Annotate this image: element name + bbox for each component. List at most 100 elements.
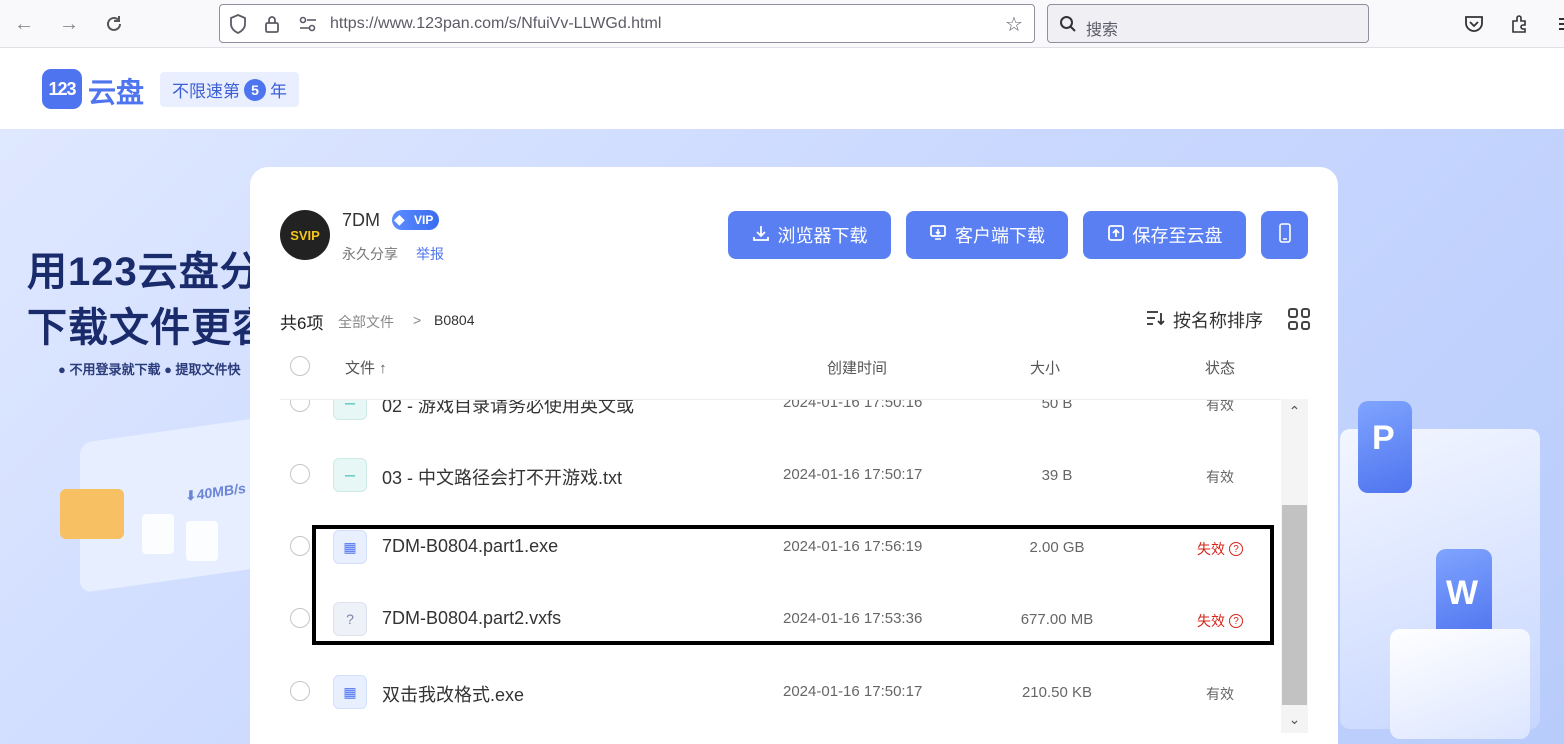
document-illustration-icon [142, 514, 174, 554]
status-label: 失效 [1197, 541, 1225, 557]
save-to-cloud-label: 保存至云盘 [1132, 226, 1223, 246]
row-checkbox[interactable] [290, 608, 310, 628]
file-date: 2024-01-16 17:50:17 [783, 466, 923, 483]
breadcrumb-separator: > [413, 312, 422, 328]
column-header-file[interactable]: 文件 ↑ [345, 357, 387, 378]
select-all-checkbox[interactable] [290, 356, 310, 376]
browser-toolbar: ← → https://www.123pan.com/s/NfuiVv-LLWG… [0, 0, 1564, 48]
status-label: 有效 [1206, 399, 1234, 413]
row-checkbox[interactable] [290, 464, 310, 484]
file-date: 2024-01-16 17:50:16 [783, 399, 923, 411]
scroll-down-icon[interactable]: ⌄ [1281, 709, 1308, 729]
file-name[interactable]: 02 - 游戏目录请务必使用英文或 [382, 400, 722, 418]
browser-download-button[interactable]: 浏览器下载 [728, 211, 891, 259]
row-checkbox[interactable] [290, 536, 310, 556]
question-icon[interactable]: ? [1229, 542, 1243, 556]
report-link[interactable]: 举报 [416, 244, 444, 264]
logo-text[interactable]: 云盘 [88, 71, 144, 111]
file-list: ─ 02 - 游戏目录请务必使用英文或 2024-01-16 17:50:16 … [280, 399, 1308, 739]
row-checkbox[interactable] [290, 400, 310, 412]
file-size: 50 B [1041, 399, 1073, 412]
vip-badge: ◆ VIP [392, 210, 440, 230]
site-header: 123 云盘 不限速第 5 年 [0, 49, 1564, 129]
download-icon [752, 224, 770, 247]
browser-search-input[interactable]: 搜索 [1047, 4, 1369, 43]
grid-view-icon[interactable] [1288, 308, 1310, 330]
table-row[interactable]: ▦ 双击我改格式.exe 2024-01-16 17:50:17 210.50 … [280, 655, 1280, 727]
mobile-button[interactable] [1261, 211, 1308, 259]
file-size: 39 B [1041, 467, 1073, 484]
lock-icon[interactable] [262, 14, 282, 34]
table-row[interactable]: ▦ 7DM-B0804.part1.exe 2024-01-16 17:56:1… [280, 510, 1280, 582]
permissions-icon[interactable] [298, 14, 318, 34]
p-letter-icon: P [1372, 419, 1395, 457]
file-name[interactable]: 03 - 中文路径会打不开游戏.txt [382, 464, 722, 490]
table-row[interactable]: ─ 02 - 游戏目录请务必使用英文或 2024-01-16 17:50:16 … [280, 399, 1280, 438]
vip-label: VIP [414, 213, 434, 227]
file-status: 失效? [1185, 611, 1255, 631]
question-icon[interactable]: ? [1229, 614, 1243, 628]
url-text: https://www.123pan.com/s/NfuiVv-LLWGd.ht… [330, 15, 662, 32]
file-status: 有效 [1185, 684, 1255, 704]
promo-banner[interactable]: 不限速第 5 年 [160, 72, 299, 107]
table-row[interactable]: ─ 03 - 中文路径会打不开游戏.txt 2024-01-16 17:50:1… [280, 438, 1280, 510]
sort-by-name-button[interactable]: 按名称排序 [1145, 307, 1263, 333]
upload-icon [1107, 224, 1125, 247]
client-download-label: 客户端下载 [955, 226, 1045, 246]
scroll-up-icon[interactable]: ⌃ [1281, 401, 1308, 421]
hero-subtitle: ● 不用登录就下载 ● 提取文件快 [58, 362, 241, 377]
phone-icon [1278, 222, 1292, 248]
client-icon [929, 224, 947, 247]
column-header-created[interactable]: 创建时间 [827, 357, 887, 378]
bookmark-star-icon[interactable]: ☆ [1004, 14, 1024, 36]
search-placeholder: 搜索 [1086, 22, 1119, 39]
file-size: 210.50 KB [1021, 684, 1093, 701]
hero-title-line1: 用123云盘分 [27, 250, 261, 294]
address-bar[interactable]: https://www.123pan.com/s/NfuiVv-LLWGd.ht… [219, 4, 1035, 43]
file-name[interactable]: 双击我改格式.exe [382, 681, 722, 707]
shield-icon[interactable] [228, 14, 248, 34]
breadcrumb-all-files[interactable]: 全部文件 [338, 312, 394, 332]
file-size: 2.00 GB [1029, 539, 1085, 556]
w-letter-icon: W [1446, 574, 1479, 612]
avatar[interactable]: SVIP [280, 210, 330, 260]
extensions-icon[interactable] [1506, 10, 1534, 38]
file-name[interactable]: 7DM-B0804.part1.exe [382, 536, 722, 557]
logo-badge[interactable]: 123 [42, 69, 82, 109]
file-list-scrollbar[interactable]: ⌃ ⌄ [1281, 399, 1308, 733]
column-header-status: 状态 [1205, 360, 1236, 377]
folder-illustration-icon [60, 489, 124, 539]
column-header-size[interactable]: 大小 [1030, 357, 1060, 378]
table-row[interactable]: ? 7DM-B0804.part2.vxfs 2024-01-16 17:53:… [280, 582, 1280, 654]
file-date: 2024-01-16 17:56:19 [783, 538, 923, 555]
hero-cube-decoration [1390, 629, 1530, 739]
item-count: 共6项 [280, 314, 324, 333]
scroll-thumb[interactable] [1282, 505, 1307, 705]
share-card: SVIP 7DM ◆ VIP 永久分享 举报 浏览器下载 客户端下载 保存至云盘… [250, 167, 1338, 744]
hero-title-line2: 下载文件更容 [27, 306, 273, 350]
save-to-cloud-button[interactable]: 保存至云盘 [1083, 211, 1246, 259]
promo-number: 5 [244, 78, 266, 101]
promo-prefix: 不限速第 [172, 82, 240, 101]
document-illustration-icon [186, 521, 218, 561]
row-checkbox[interactable] [290, 681, 310, 701]
file-date: 2024-01-16 17:53:36 [783, 610, 923, 627]
unknown-file-icon: ? [333, 602, 367, 636]
status-label: 失效 [1197, 613, 1225, 629]
promo-suffix: 年 [270, 82, 287, 101]
file-status: 有效 [1185, 467, 1255, 487]
client-download-button[interactable]: 客户端下载 [906, 211, 1068, 259]
status-label: 有效 [1206, 686, 1234, 702]
text-file-icon: ─ [333, 458, 367, 492]
sort-icon [1145, 309, 1165, 332]
forward-arrow-icon[interactable]: → [55, 10, 83, 38]
pocket-icon[interactable] [1460, 10, 1488, 38]
text-file-icon: ─ [333, 400, 367, 420]
menu-icon[interactable] [1550, 10, 1564, 38]
back-arrow-icon[interactable]: ← [10, 10, 38, 38]
exe-file-icon: ▦ [333, 675, 367, 709]
file-name[interactable]: 7DM-B0804.part2.vxfs [382, 608, 722, 629]
sharer-name: 7DM [342, 210, 381, 230]
reload-icon[interactable] [100, 10, 128, 38]
file-status: 失效? [1185, 539, 1255, 559]
